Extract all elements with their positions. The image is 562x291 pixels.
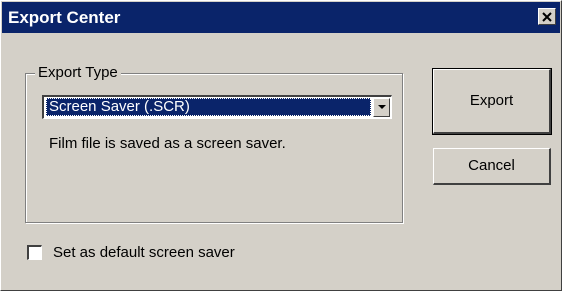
window-title: Export Center bbox=[8, 8, 121, 27]
export-center-dialog: Export Center Export Type Screen Saver (… bbox=[0, 0, 562, 291]
export-type-description: Film file is saved as a screen saver. bbox=[49, 135, 286, 152]
cancel-button[interactable]: Cancel bbox=[433, 148, 551, 185]
export-type-selected-value[interactable]: Screen Saver (.SCR) bbox=[46, 98, 371, 116]
default-screensaver-label[interactable]: Set as default screen saver bbox=[53, 244, 235, 261]
export-type-dropdown-button[interactable] bbox=[373, 98, 390, 117]
export-button[interactable]: Export bbox=[432, 68, 552, 135]
title-bar[interactable]: Export Center bbox=[2, 2, 560, 33]
export-type-group-label: Export Type bbox=[35, 64, 121, 81]
default-screensaver-checkbox[interactable] bbox=[27, 245, 42, 260]
chevron-down-icon bbox=[378, 105, 386, 109]
export-type-select[interactable]: Screen Saver (.SCR) bbox=[42, 95, 392, 119]
close-button[interactable] bbox=[538, 8, 556, 25]
close-icon bbox=[542, 12, 552, 22]
